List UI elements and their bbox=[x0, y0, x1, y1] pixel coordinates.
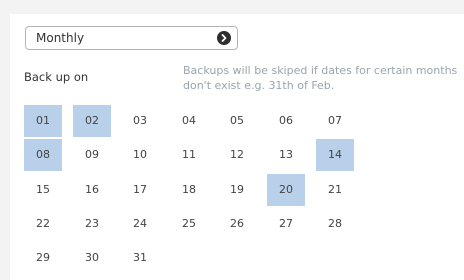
day-cell-12[interactable]: 12 bbox=[218, 139, 256, 171]
day-cell-26[interactable]: 26 bbox=[218, 208, 256, 240]
day-cell-19[interactable]: 19 bbox=[218, 174, 256, 206]
day-cell-20[interactable]: 20 bbox=[267, 174, 305, 206]
day-cell-10[interactable]: 10 bbox=[121, 139, 159, 171]
day-cell-07[interactable]: 07 bbox=[316, 105, 354, 137]
day-cell-16[interactable]: 16 bbox=[73, 174, 111, 206]
day-cell-25[interactable]: 25 bbox=[170, 208, 208, 240]
day-cell-30[interactable]: 30 bbox=[73, 242, 111, 274]
day-cell-03[interactable]: 03 bbox=[121, 105, 159, 137]
day-cell-24[interactable]: 24 bbox=[121, 208, 159, 240]
day-cell-28[interactable]: 28 bbox=[316, 208, 354, 240]
day-cell-14[interactable]: 14 bbox=[316, 139, 354, 171]
day-cell-27[interactable]: 27 bbox=[267, 208, 305, 240]
day-cell-17[interactable]: 17 bbox=[121, 174, 159, 206]
chevron-right-circle-icon[interactable] bbox=[217, 31, 231, 45]
day-cell-13[interactable]: 13 bbox=[267, 139, 305, 171]
day-cell-01[interactable]: 01 bbox=[24, 105, 62, 137]
day-cell-22[interactable]: 22 bbox=[24, 208, 62, 240]
day-cell-05[interactable]: 05 bbox=[218, 105, 256, 137]
back-up-on-label: Back up on bbox=[24, 70, 89, 84]
day-cell-18[interactable]: 18 bbox=[170, 174, 208, 206]
frequency-select[interactable]: Monthly bbox=[25, 26, 238, 50]
day-cell-21[interactable]: 21 bbox=[316, 174, 354, 206]
day-cell-31[interactable]: 31 bbox=[121, 242, 159, 274]
day-cell-04[interactable]: 04 bbox=[170, 105, 208, 137]
backup-schedule-panel: Monthly Back up on Backups will be skipe… bbox=[10, 14, 464, 280]
day-cell-08[interactable]: 08 bbox=[24, 139, 62, 171]
frequency-select-value: Monthly bbox=[36, 31, 85, 45]
day-cell-11[interactable]: 11 bbox=[170, 139, 208, 171]
day-cell-23[interactable]: 23 bbox=[73, 208, 111, 240]
backup-skip-note: Backups will be skiped if dates for cert… bbox=[183, 64, 458, 92]
day-cell-15[interactable]: 15 bbox=[24, 174, 62, 206]
day-cell-29[interactable]: 29 bbox=[24, 242, 62, 274]
day-cell-02[interactable]: 02 bbox=[73, 105, 111, 137]
day-cell-09[interactable]: 09 bbox=[73, 139, 111, 171]
day-cell-06[interactable]: 06 bbox=[267, 105, 305, 137]
